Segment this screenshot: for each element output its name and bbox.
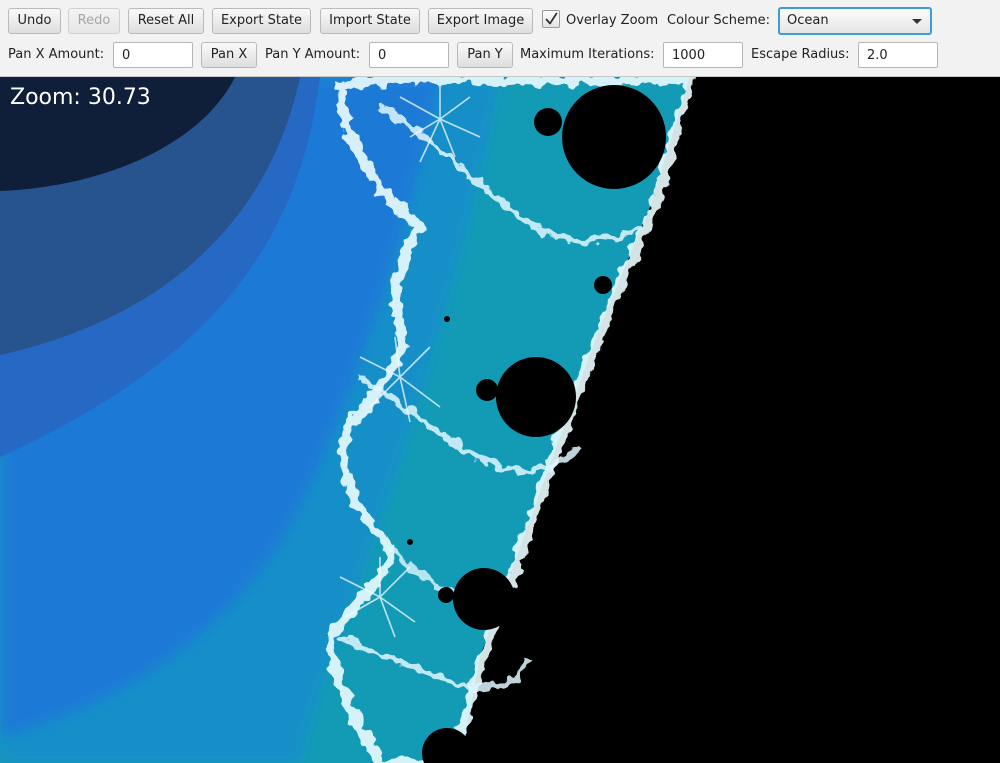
fractal-canvas[interactable]: Zoom: 30.73	[0, 77, 1000, 763]
export-image-button[interactable]: Export Image	[428, 8, 533, 34]
pan-y-button[interactable]: Pan Y	[457, 42, 513, 68]
import-state-button[interactable]: Import State	[320, 8, 420, 34]
overlay-zoom-label[interactable]: Overlay Zoom	[566, 8, 658, 34]
chevron-down-icon	[912, 19, 922, 24]
reset-all-button[interactable]: Reset All	[128, 8, 204, 34]
max-iterations-label: Maximum Iterations:	[520, 47, 655, 62]
pan-y-label: Pan Y Amount:	[265, 47, 361, 62]
mandelbrot-render	[0, 77, 1000, 763]
pan-x-input[interactable]	[113, 42, 193, 68]
toolbar: Undo Redo Reset All Export State Import …	[0, 0, 1000, 77]
colour-scheme-value: Ocean	[787, 13, 829, 28]
redo-button[interactable]: Redo	[68, 8, 120, 34]
overlay-zoom-checkbox[interactable]	[542, 10, 560, 28]
colour-scheme-label: Colour Scheme:	[667, 13, 770, 28]
app-window: Undo Redo Reset All Export State Import …	[0, 0, 1000, 763]
pan-x-button[interactable]: Pan X	[201, 42, 257, 68]
escape-radius-label: Escape Radius:	[751, 47, 850, 62]
pan-x-label: Pan X Amount:	[8, 47, 105, 62]
export-state-button[interactable]: Export State	[212, 8, 311, 34]
colour-scheme-dropdown[interactable]: Ocean	[778, 7, 932, 35]
pan-y-input[interactable]	[369, 42, 449, 68]
max-iterations-input[interactable]	[663, 42, 743, 68]
undo-button[interactable]: Undo	[8, 8, 61, 34]
checkmark-icon	[545, 12, 558, 25]
escape-radius-input[interactable]	[858, 42, 938, 68]
zoom-overlay-text: Zoom: 30.73	[10, 85, 151, 110]
